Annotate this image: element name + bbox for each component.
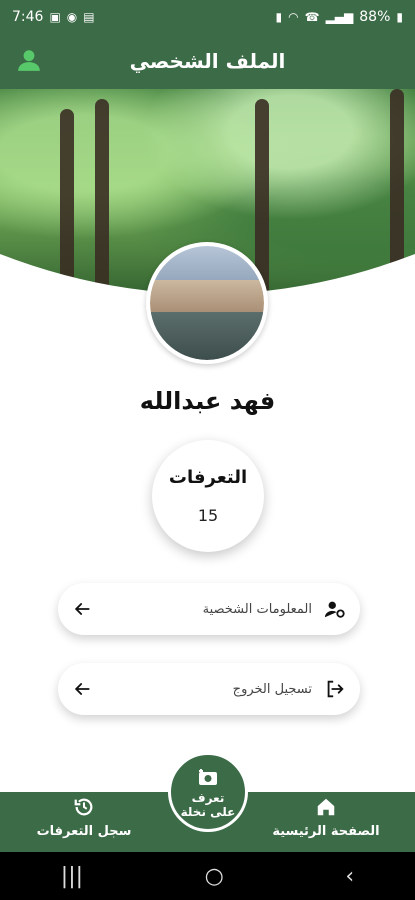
personal-info-button[interactable]: المعلومات الشخصية <box>58 583 360 635</box>
lock-icon: ▮ <box>275 9 283 24</box>
identify-label-1: تعرف <box>191 791 225 805</box>
gallery-icon: ▣ <box>49 9 61 24</box>
wifi-icon: ◠ <box>288 9 299 24</box>
battery-percent: 88% <box>359 8 391 25</box>
message-icon: ▤ <box>83 9 95 24</box>
history-icon <box>74 798 93 816</box>
home-system-icon[interactable]: ○ <box>205 864 224 889</box>
nav-home-label: الصفحة الرئيسية <box>272 824 380 839</box>
personal-info-label: المعلومات الشخصية <box>202 601 312 617</box>
stats-value: 15 <box>197 506 219 525</box>
identify-label-2: على نخلة <box>180 805 236 819</box>
whatsapp-icon: ◉ <box>66 9 78 24</box>
home-icon <box>317 798 335 816</box>
logout-icon <box>327 680 344 698</box>
camera-plus-icon <box>199 769 217 785</box>
system-nav-bar: ||| ○ ‹ <box>0 852 415 900</box>
arrow-left-icon <box>74 603 90 615</box>
signal-icon: ▂▄▆ <box>325 9 354 24</box>
nav-history[interactable]: سجل التعرفات <box>14 796 154 839</box>
page-title: الملف الشخصي <box>129 49 286 73</box>
back-system-icon[interactable]: ‹ <box>345 864 354 889</box>
logout-label: تسجيل الخروج <box>232 681 312 697</box>
battery-icon: ▮ <box>396 9 403 24</box>
time: 7:46 <box>12 8 44 25</box>
identify-palm-button[interactable]: تعرف على نخلة <box>168 752 248 832</box>
call-icon: ☎ <box>304 9 320 24</box>
app-bar: الملف الشخصي <box>0 33 415 89</box>
recent-apps-icon[interactable]: ||| <box>61 864 83 889</box>
arrow-left-icon <box>74 683 90 695</box>
profile-icon[interactable] <box>16 47 42 73</box>
user-gear-icon <box>324 601 345 618</box>
nav-history-label: سجل التعرفات <box>36 824 132 839</box>
nav-home[interactable]: الصفحة الرئيسية <box>256 796 396 839</box>
stats-card: التعرفات 15 <box>152 440 264 552</box>
stats-title: التعرفات <box>168 467 248 488</box>
avatar[interactable] <box>146 242 268 364</box>
user-name: فهد عبدالله <box>139 387 276 415</box>
status-bar: 7:46 ▣ ◉ ▤ ▮ ◠ ☎ ▂▄▆ 88% ▮ <box>0 0 415 33</box>
logout-button[interactable]: تسجيل الخروج <box>58 663 360 715</box>
